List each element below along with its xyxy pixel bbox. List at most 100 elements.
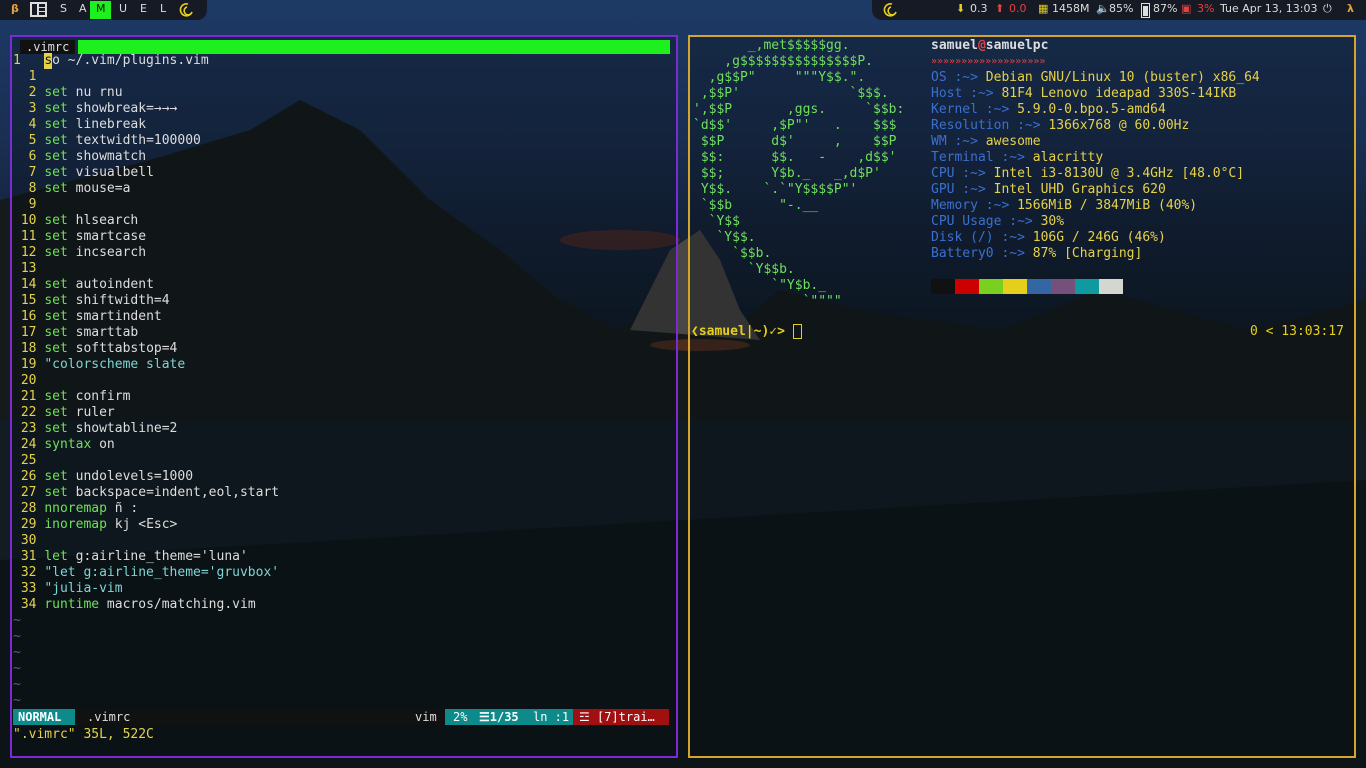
right-prompt-time: 0 < 13:03:17 xyxy=(1250,324,1344,339)
debian-swirl-icon[interactable] xyxy=(882,1,900,19)
vim-line[interactable]: 1 so ~/.vim/plugins.vim xyxy=(13,53,209,69)
tag-a[interactable]: A xyxy=(79,2,87,15)
vim-line[interactable]: 6 set showmatch xyxy=(13,149,146,165)
info-value: Intel UHD Graphics 620 xyxy=(993,182,1166,197)
vim-line[interactable]: 2 set nu rnu xyxy=(13,85,123,101)
logo-line: `Y$$. xyxy=(693,230,756,245)
vim-status-percent: 2% xyxy=(453,710,468,724)
vim-empty-line: ~ xyxy=(13,677,21,692)
vim-line[interactable]: 22 set ruler xyxy=(13,405,115,421)
vim-line[interactable]: 12 set incsearch xyxy=(13,245,146,261)
info-value: 87% [Charging] xyxy=(1032,246,1143,261)
info-label: Kernel xyxy=(931,102,978,117)
vim-line[interactable]: 34 runtime macros/matching.vim xyxy=(13,597,256,613)
tag-e[interactable]: E xyxy=(140,2,147,15)
vim-line[interactable]: 19 "colorscheme slate xyxy=(13,357,185,373)
info-label: Battery0 xyxy=(931,246,994,261)
logo-line: `"Y$b._ xyxy=(693,278,827,293)
line-text: hlsearch xyxy=(67,213,139,228)
line-number: 17 xyxy=(13,325,45,340)
beta-icon[interactable]: β xyxy=(11,2,19,15)
debian-swirl-icon[interactable] xyxy=(178,1,196,19)
line-text: on xyxy=(91,437,115,452)
tag-s[interactable]: S xyxy=(60,2,67,15)
logo-line: Y$$. `.`"Y$$$$P"' xyxy=(693,182,858,197)
vim-status-column: ln :1 xyxy=(533,710,570,724)
shell-prompt[interactable]: ❮samuel|~)✓> xyxy=(691,324,802,340)
vim-line[interactable]: 21 set confirm xyxy=(13,389,131,405)
vim-line[interactable]: 23 set showtabline=2 xyxy=(13,421,178,437)
line-text: textwidth=100000 xyxy=(67,133,201,148)
vim-line[interactable]: 16 set smartindent xyxy=(13,309,162,325)
lambda-icon[interactable]: λ xyxy=(1347,2,1354,15)
logo-line: _,met$$$$$gg. xyxy=(693,38,850,53)
vim-empty-line: ~ xyxy=(13,645,21,660)
info-label: Resolution xyxy=(931,118,1010,133)
vim-line[interactable]: 5 set textwidth=100000 xyxy=(13,133,201,149)
vim-line[interactable]: 27 set backspace=indent,eol,start xyxy=(13,485,279,501)
line-number: 29 xyxy=(13,517,45,532)
line-text: linebreak xyxy=(67,117,147,132)
line-text: confirm xyxy=(67,389,131,404)
vim-line[interactable]: 28 nnoremap ñ : xyxy=(13,501,138,517)
vim-line[interactable]: 1 xyxy=(13,69,44,85)
vim-tab[interactable]: .vimrc xyxy=(20,40,76,54)
vim-empty-line: ~ xyxy=(13,693,21,708)
vim-line[interactable]: 18 set softtabstop=4 xyxy=(13,341,178,357)
tag-u[interactable]: U xyxy=(119,2,127,15)
volume-icon[interactable]: 🔈 xyxy=(1096,2,1110,15)
vim-line[interactable]: 31 let g:airline_theme='luna' xyxy=(13,549,248,565)
vim-line[interactable]: 9 xyxy=(13,197,44,213)
line-number: 7 xyxy=(13,165,45,180)
tag-l[interactable]: L xyxy=(160,2,166,15)
vim-line[interactable]: 11 set smartcase xyxy=(13,229,146,245)
logo-line: $$: $$. - ,d$$' xyxy=(693,150,897,165)
vim-line[interactable]: 17 set smarttab xyxy=(13,325,138,341)
clock[interactable]: Tue Apr 13, 13:03 xyxy=(1220,2,1318,15)
line-text: g:airline_theme='luna' xyxy=(67,549,248,564)
load-icon: ⬇ xyxy=(956,2,966,15)
vim-line[interactable]: 3 set showbreak=→→→ xyxy=(13,101,178,117)
vim-line[interactable]: 29 inoremap kj <Esc> xyxy=(13,517,178,533)
vim-line[interactable]: 30 xyxy=(13,533,44,549)
vim-line[interactable]: 14 set autoindent xyxy=(13,277,154,293)
vim-line[interactable]: 20 xyxy=(13,373,44,389)
line-text: showbreak=→→→ xyxy=(67,101,178,116)
line-text: autoindent xyxy=(67,277,154,292)
vim-line[interactable]: 25 xyxy=(13,453,44,469)
separator: »»»»»»»»»»»»»»»»»»» xyxy=(931,56,1046,67)
logo-line: $$; Y$b._ _,d$P' xyxy=(693,166,881,181)
vim-status-position: ☰1/35 xyxy=(479,710,519,724)
power-icon[interactable]: ⏻ xyxy=(1323,2,1332,16)
vim-line[interactable]: 26 set undolevels=1000 xyxy=(13,469,193,485)
tile-layout-icon[interactable] xyxy=(30,2,47,17)
vim-line[interactable]: 4 set linebreak xyxy=(13,117,146,133)
vim-line[interactable]: 8 set mouse=a xyxy=(13,181,131,197)
vim-line[interactable]: 24 syntax on xyxy=(13,437,115,453)
info-row: Disk (/) :~> 106G / 246G (46%) xyxy=(931,230,1166,245)
vim-window[interactable]: .vimrc 1 so ~/.vim/plugins.vim 1 2 set n… xyxy=(10,35,678,758)
terminal-window[interactable]: _,met$$$$$gg. ,g$$$$$$$$$$$$$$$P. ,g$$P"… xyxy=(688,35,1356,758)
keyword: set xyxy=(44,389,68,404)
line-text: "let g:airline_theme='gruvbox' xyxy=(44,565,280,580)
info-value: awesome xyxy=(985,134,1041,149)
vim-line[interactable]: 33 "julia-vim xyxy=(13,581,123,597)
line-number: 20 xyxy=(13,373,45,388)
tag-m[interactable]: M xyxy=(96,2,106,15)
keyword: set xyxy=(44,117,68,132)
keyword: set xyxy=(44,341,68,356)
vim-line[interactable]: 10 set hlsearch xyxy=(13,213,138,229)
vim-line[interactable]: 7 set visualbell xyxy=(13,165,154,181)
line-number: 33 xyxy=(13,581,45,596)
palette-swatch xyxy=(979,279,1003,294)
load-value: 0.3 xyxy=(970,2,988,15)
vim-line[interactable]: 32 "let g:airline_theme='gruvbox' xyxy=(13,565,279,581)
palette-swatch xyxy=(1075,279,1099,294)
vim-line[interactable]: 15 set shiftwidth=4 xyxy=(13,293,170,309)
vim-empty-line: ~ xyxy=(13,629,21,644)
volume-value[interactable]: 85% xyxy=(1109,2,1133,15)
info-row: Host :~> 81F4 Lenovo ideapad 330S-14IKB xyxy=(931,86,1237,101)
line-number: 24 xyxy=(13,437,45,452)
line-text: ñ : xyxy=(106,501,139,516)
vim-line[interactable]: 13 xyxy=(13,261,44,277)
